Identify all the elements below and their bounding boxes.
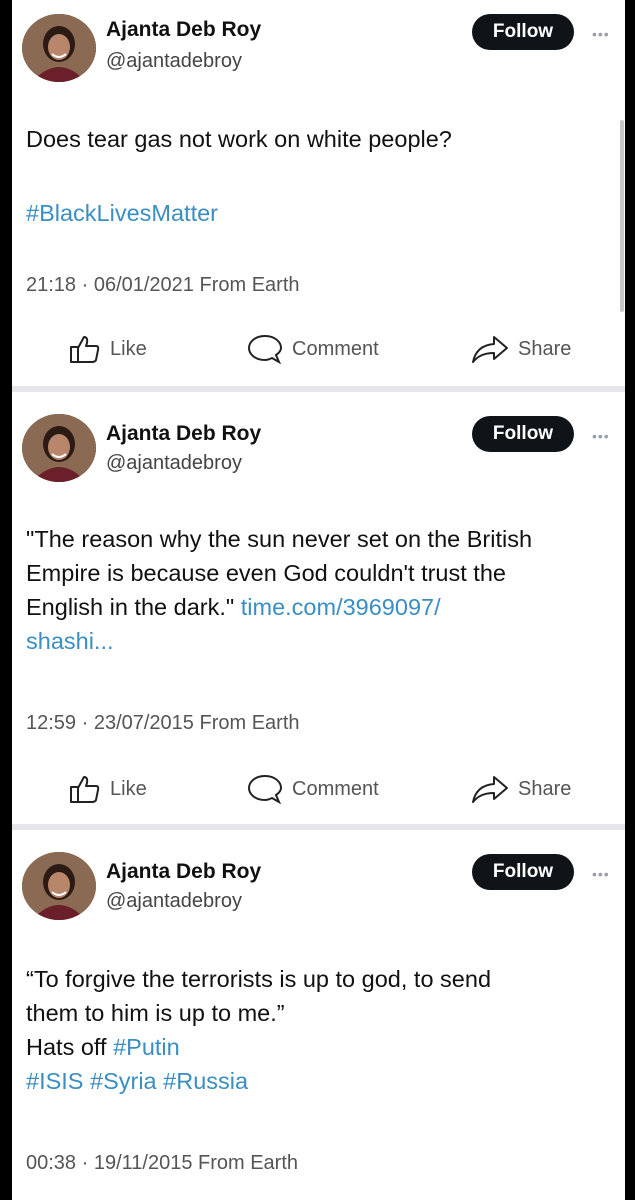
more-dots-icon[interactable]: ••• (592, 867, 618, 881)
more-dots-icon[interactable]: ••• (592, 27, 618, 41)
share-button[interactable]: Share (470, 332, 571, 366)
post-card: Ajanta Deb Roy @ajantadebroy Follow ••• … (12, 830, 625, 1200)
author-handle[interactable]: @ajantadebroy (106, 890, 242, 913)
post-timestamp: 00:38 · 19/11/2015 From Earth (26, 1152, 299, 1174)
like-label: Like (110, 777, 147, 800)
author-name[interactable]: Ajanta Deb Roy (106, 18, 261, 42)
comment-label: Comment (292, 337, 379, 360)
post-text: “To forgive the terrorists is up to god,… (26, 962, 616, 1098)
comment-button[interactable]: Comment (246, 772, 379, 806)
avatar[interactable] (22, 414, 96, 482)
post-text-line: Hats off (26, 1034, 107, 1060)
post-text-line: “To forgive the terrorists is up to god,… (26, 966, 492, 992)
share-button[interactable]: Share (470, 772, 571, 806)
hashtag-link[interactable]: #Syria (90, 1068, 157, 1094)
post-text-line: "The reason why the sun never set on the… (26, 526, 533, 552)
post-timestamp: 12:59 · 23/07/2015 From Earth (26, 712, 300, 734)
post-text: "The reason why the sun never set on the… (26, 522, 616, 658)
post-text-line: them to him is up to me.” (26, 1000, 285, 1026)
hashtag-link[interactable]: #Putin (113, 1034, 180, 1060)
more-dots-icon[interactable]: ••• (592, 429, 618, 443)
post-text-line: English in the dark." (26, 594, 235, 620)
comment-button[interactable]: Comment (246, 332, 379, 366)
scrollbar[interactable] (620, 120, 624, 312)
author-name[interactable]: Ajanta Deb Roy (106, 422, 261, 446)
follow-button[interactable]: Follow (472, 854, 574, 890)
post-feed: Ajanta Deb Roy @ajantadebroy Follow ••• … (12, 0, 625, 1200)
external-link[interactable]: time.com/3969097/ (241, 594, 441, 620)
post-hashtags: #BlackLivesMatter (26, 196, 616, 230)
post-card: Ajanta Deb Roy @ajantadebroy Follow ••• … (12, 392, 625, 824)
post-text-line: Empire is because even God couldn't trus… (26, 560, 506, 586)
author-name[interactable]: Ajanta Deb Roy (106, 860, 261, 884)
hashtag-link[interactable]: #BlackLivesMatter (26, 196, 616, 230)
share-arrow-icon (470, 774, 510, 804)
speech-bubble-icon (246, 773, 284, 805)
hashtag-link[interactable]: #Russia (163, 1068, 248, 1094)
like-label: Like (110, 337, 147, 360)
like-button[interactable]: Like (68, 332, 147, 366)
author-handle[interactable]: @ajantadebroy (106, 50, 242, 73)
post-text-line: Does tear gas not work on white people? (26, 126, 452, 152)
speech-bubble-icon (246, 333, 284, 365)
like-button[interactable]: Like (68, 772, 147, 806)
post-text: Does tear gas not work on white people? (26, 122, 616, 156)
external-link-continued[interactable]: shashi... (26, 624, 616, 658)
post-timestamp: 21:18 · 06/01/2021 From Earth (26, 274, 300, 296)
follow-button[interactable]: Follow (472, 14, 574, 50)
thumbs-up-icon (68, 334, 102, 364)
follow-button[interactable]: Follow (472, 416, 574, 452)
avatar[interactable] (22, 14, 96, 82)
post-card: Ajanta Deb Roy @ajantadebroy Follow ••• … (12, 0, 625, 386)
share-label: Share (518, 777, 572, 800)
share-arrow-icon (470, 334, 510, 364)
share-label: Share (518, 337, 572, 360)
hashtag-link[interactable]: #ISIS (26, 1068, 83, 1094)
avatar[interactable] (22, 852, 96, 920)
author-handle[interactable]: @ajantadebroy (106, 452, 242, 475)
comment-label: Comment (292, 777, 379, 800)
thumbs-up-icon (68, 774, 102, 804)
